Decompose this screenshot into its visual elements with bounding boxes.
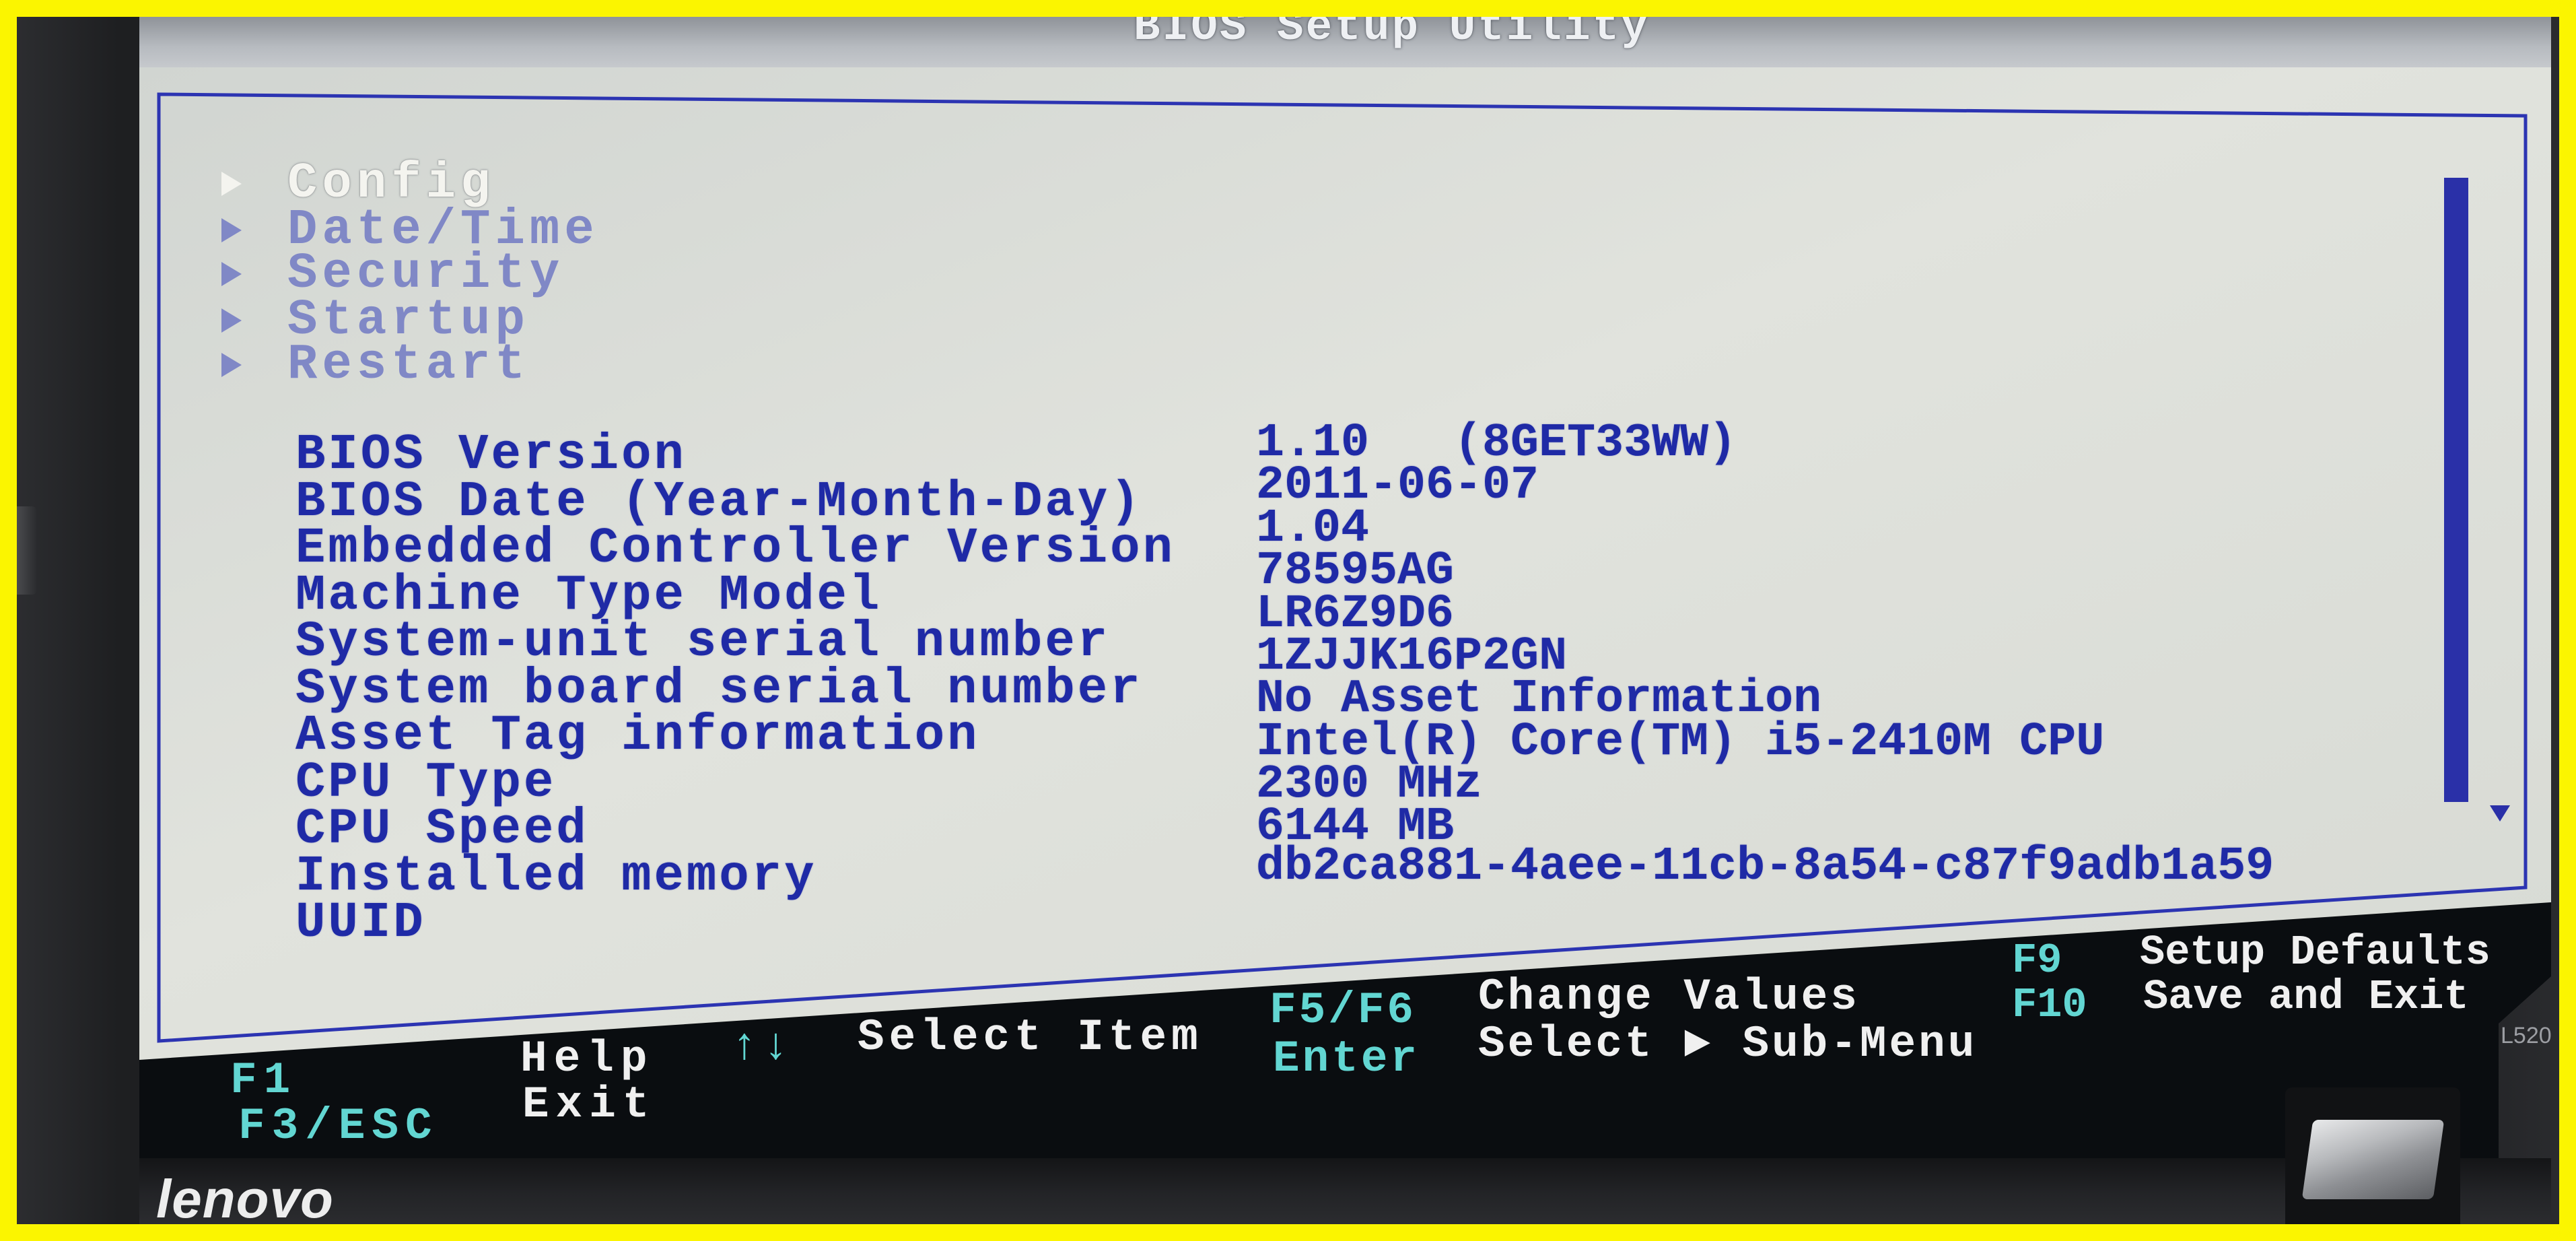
info-label: Embedded Controller Version: [295, 521, 1175, 577]
help-key: F3/ESC: [238, 1101, 439, 1151]
help-key: ↑↓: [731, 1021, 794, 1072]
laptop-bezel: BIOS Setup Utility Config Date/Time Secu…: [17, 17, 2559, 1224]
triangle-down-icon[interactable]: [2490, 805, 2510, 821]
info-label: BIOS Date (Year-Month-Day): [295, 474, 1143, 531]
menu-item-security[interactable]: Security: [221, 249, 639, 299]
menu-item-label: Restart: [287, 337, 530, 393]
scrollbar[interactable]: [2444, 178, 2468, 802]
help-action: Select ► Sub-Menu: [1478, 1019, 1978, 1069]
bezel-side-tab: [17, 506, 36, 595]
help-action: Save and Exit: [2143, 973, 2469, 1021]
help-key: F5/F6: [1269, 985, 1417, 1036]
menu-item-config[interactable]: Config: [221, 159, 639, 209]
help-key: F10: [2012, 981, 2087, 1029]
info-label: CPU Speed: [295, 801, 589, 858]
menu-item-restart[interactable]: Restart: [221, 340, 639, 390]
lenovo-logo: lenovo: [156, 1169, 334, 1225]
help-key: Enter: [1273, 1034, 1420, 1084]
hinge-latch: [2301, 1120, 2445, 1199]
help-action: Change Values: [1478, 972, 1860, 1022]
photo-page: BIOS Setup Utility Config Date/Time Secu…: [0, 0, 2576, 1241]
info-label: CPU Type: [295, 755, 557, 811]
help-key: F1: [230, 1055, 298, 1106]
menu-item-label: Security: [287, 246, 565, 302]
info-label: System board serial number: [295, 661, 1143, 718]
triangle-right-icon: [221, 172, 242, 196]
info-value: db2ca881-4aee-11cb-8a54-c87f9adb1a59: [1256, 840, 2274, 894]
help-key: F9: [2012, 937, 2062, 984]
triangle-right-icon: [221, 353, 242, 377]
help-action: Exit: [522, 1079, 656, 1130]
help-action: Setup Defaults: [2140, 929, 2491, 976]
help-action: Help: [520, 1034, 654, 1084]
model-label: L520: [2501, 1023, 2552, 1048]
bezel-bottom: [139, 1158, 2551, 1224]
info-label: Asset Tag information: [295, 708, 980, 764]
triangle-right-icon: [221, 308, 242, 333]
info-label: BIOS Version: [295, 427, 687, 483]
triangle-right-icon: [221, 262, 242, 286]
help-action: Select Item: [858, 1012, 1203, 1063]
info-label: System-unit serial number: [295, 614, 1111, 671]
info-label: Machine Type Model: [295, 568, 882, 624]
info-label: UUID: [295, 895, 426, 951]
triangle-right-icon: [221, 218, 242, 242]
info-label: Installed memory: [295, 848, 817, 905]
menu-item-label: Config: [287, 156, 495, 212]
bios-screen: BIOS Setup Utility Config Date/Time Secu…: [139, 17, 2551, 1158]
